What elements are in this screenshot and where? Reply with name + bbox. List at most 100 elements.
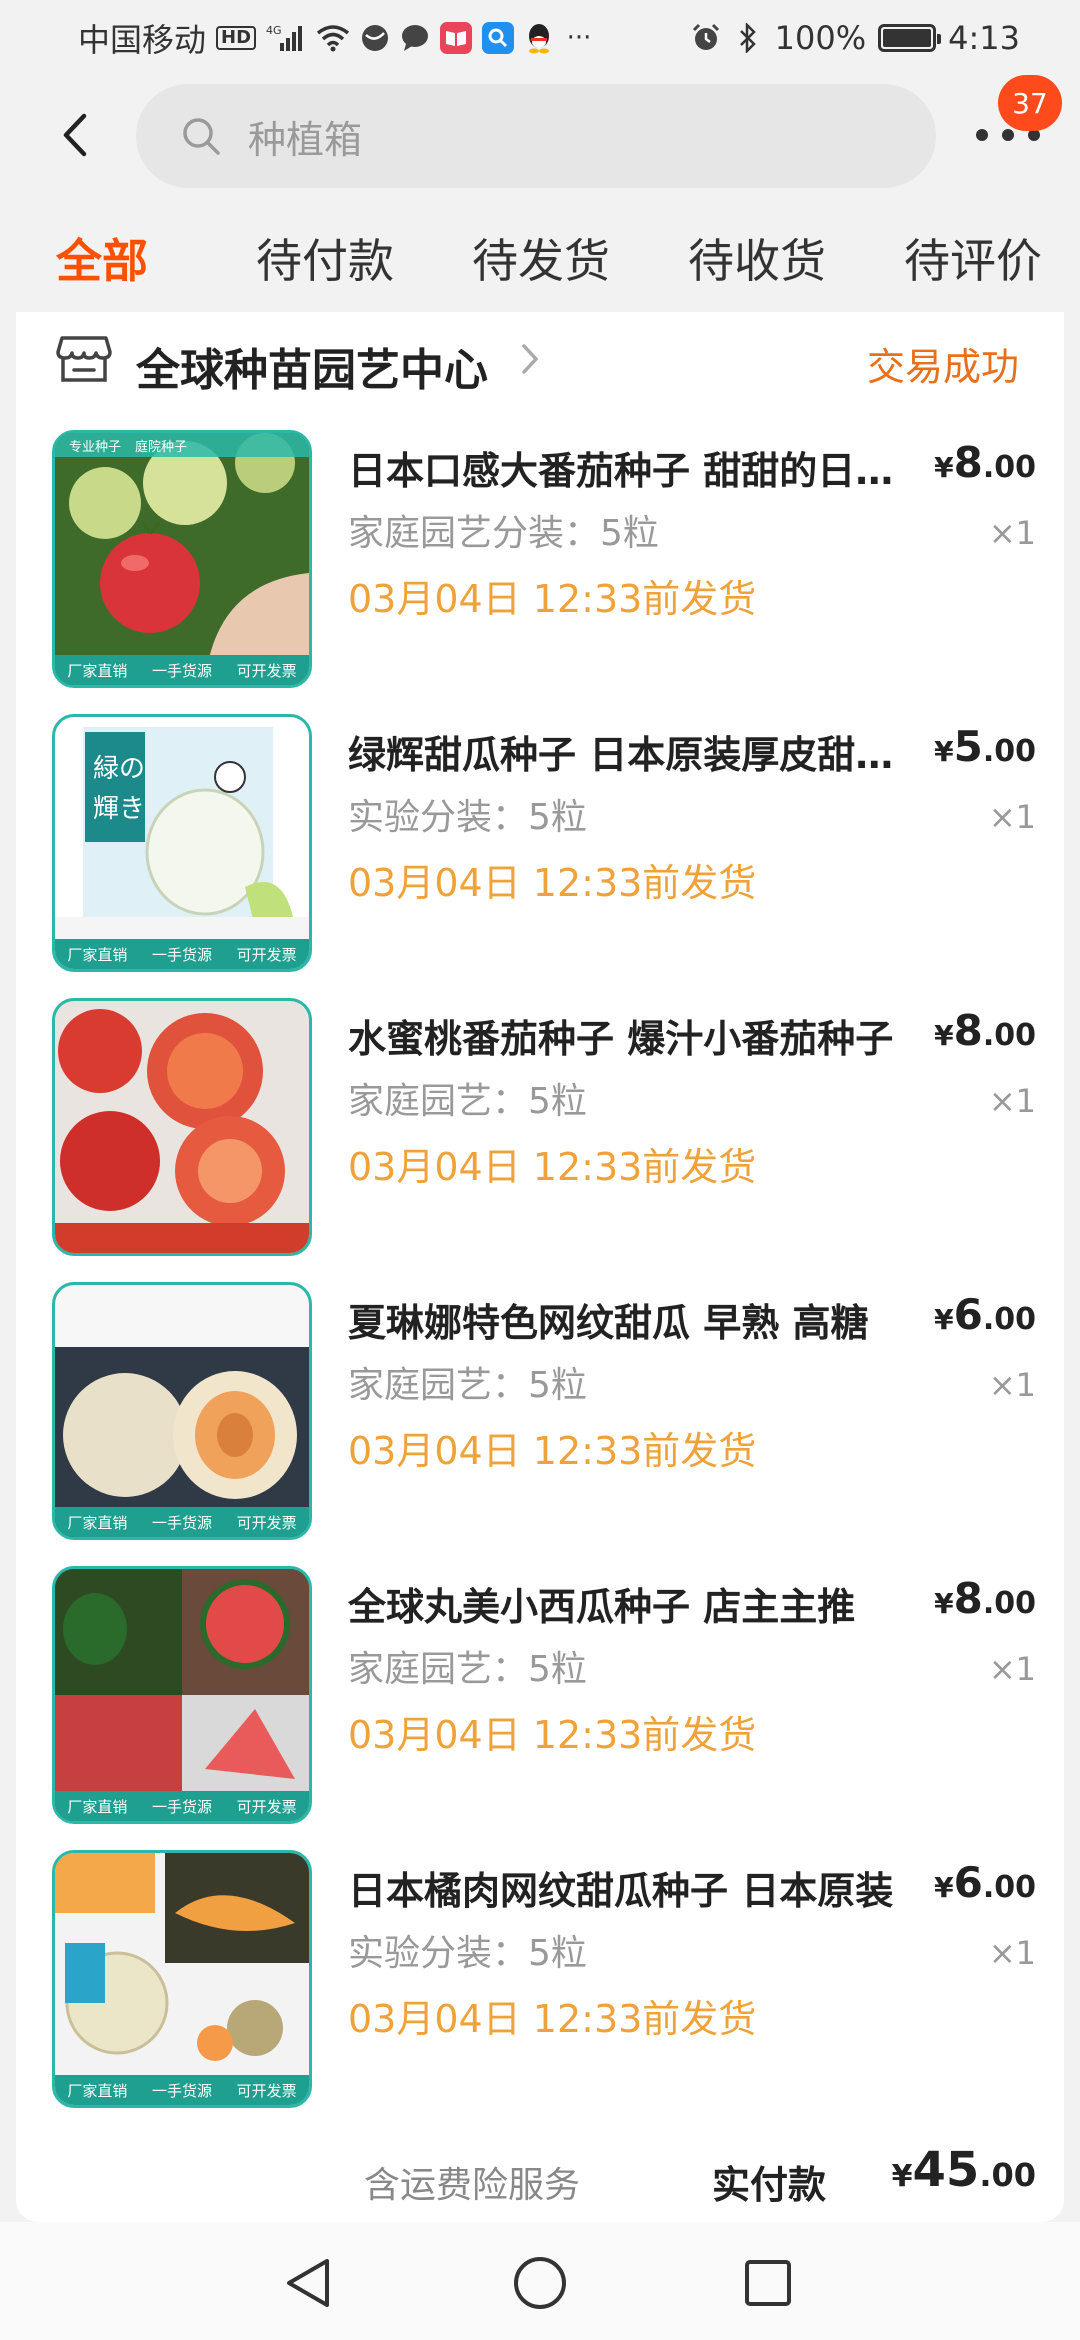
status-bar-right: 100% 4:13	[691, 19, 1020, 57]
product-quantity: ×1	[988, 514, 1036, 552]
product-price: ¥6.00	[934, 1290, 1036, 1339]
order-item[interactable]: 厂家直销 一手货源 可开发票 日本橘肉网纹甜瓜种子 日本原装 实验分装：5粒 03月…	[16, 1850, 1064, 2110]
thumb-band: 厂家直销 一手货源 可开发票	[55, 2075, 309, 2105]
search-placeholder: 种植箱	[248, 117, 363, 162]
product-price: ¥8.00	[934, 1006, 1036, 1055]
product-thumbnail[interactable]	[52, 998, 312, 1256]
store-name[interactable]: 全球种苗园艺中心	[136, 334, 488, 398]
wifi-icon	[316, 21, 350, 55]
thumb-band: 厂家直销 一手货源 可开发票	[55, 1507, 309, 1537]
search-app-icon	[482, 21, 515, 54]
order-item[interactable]: 緑の 輝き 厂家直销 一手货源 可开发票 绿辉甜瓜种子 日本原装厚皮甜瓜种子 实验分…	[16, 714, 1064, 974]
product-price: ¥8.00	[934, 438, 1036, 487]
tomato-image	[55, 433, 309, 685]
tab-pending-review[interactable]: 待评价	[904, 225, 1042, 291]
search-input[interactable]: 种植箱	[136, 84, 936, 188]
app-icon	[360, 21, 390, 55]
shipping-deadline: 03月04日 12:33前发货	[348, 1145, 757, 1189]
product-thumbnail[interactable]: 緑の 輝き 厂家直销 一手货源 可开发票	[52, 714, 312, 972]
order-tabs: 全部 待付款 待发货 待收货 待评价	[0, 225, 1080, 310]
order-list-page: 中国移动 HD 4G ··· 100% 4:13 种植箱 37 全部 待付款 待…	[0, 0, 1080, 2340]
more-dots-icon: ···	[566, 22, 592, 53]
product-thumbnail[interactable]: 厂家直销 一手货源 可开发票	[52, 1282, 312, 1540]
product-thumbnail[interactable]: 厂家直销 一手货源 可开发票	[52, 1566, 312, 1824]
thumb-band: 厂家直销 一手货源 可开发票	[55, 939, 309, 969]
product-quantity: ×1	[988, 798, 1036, 836]
clock: 4:13	[948, 18, 1020, 57]
back-arrow-icon	[63, 113, 87, 157]
bluetooth-icon	[733, 21, 763, 55]
thumb-band: 厂家直销 一手货源 可开发票	[55, 1791, 309, 1821]
menu-dot	[976, 129, 988, 141]
melon-package-image: 緑の 輝き	[55, 717, 309, 969]
circle-home-icon	[514, 2257, 566, 2309]
status-bar-left: 中国移动 HD 4G ···	[78, 15, 594, 61]
product-thumbnail[interactable]: 厂家直销 一手货源 可开发票	[52, 1850, 312, 2108]
product-title[interactable]: 日本口感大番茄种子 甜甜的日本大番茄	[348, 440, 908, 495]
product-title[interactable]: 水蜜桃番茄种子 爆汁小番茄种子	[348, 1008, 908, 1063]
shipping-deadline: 03月04日 12:33前发货	[348, 577, 757, 621]
nav-recents-button[interactable]	[733, 2248, 803, 2318]
battery-icon	[878, 23, 942, 52]
store-icon	[56, 336, 112, 382]
header: 种植箱 37	[0, 75, 1080, 195]
tab-pending-receipt[interactable]: 待收货	[688, 225, 826, 291]
product-title[interactable]: 夏琳娜特色网纹甜瓜 早熟 高糖	[348, 1292, 908, 1347]
tab-all[interactable]: 全部	[56, 225, 148, 291]
tab-pending-shipment[interactable]: 待发货	[472, 225, 610, 291]
product-sku: 实验分装：5粒	[348, 797, 587, 838]
order-item[interactable]: 专业种子庭院种子 厂家直销一手货源可开发票 日本口感大番茄种子 甜甜的日本大番茄…	[16, 430, 1064, 690]
hd-icon: HD	[216, 25, 257, 50]
thumb-tags: 专业种子 庭院种子	[55, 433, 309, 457]
shipping-insurance-note: 含运费险服务	[363, 2165, 580, 2206]
back-button[interactable]	[50, 105, 100, 165]
store-header[interactable]: 全球种苗园艺中心 交易成功	[16, 312, 1064, 412]
product-sku: 家庭园艺：5粒	[348, 1081, 587, 1122]
product-sku: 家庭园艺：5粒	[348, 1649, 587, 1690]
product-sku: 家庭园艺：5粒	[348, 1365, 587, 1406]
order-item[interactable]: 厂家直销 一手货源 可开发票 全球丸美小西瓜种子 店主主推 家庭园艺：5粒 03月0…	[16, 1566, 1064, 1826]
order-item[interactable]: 水蜜桃番茄种子 爆汁小番茄种子 家庭园艺：5粒 03月04日 12:33前发货 …	[16, 998, 1064, 1258]
triangle-back-icon	[287, 2259, 329, 2307]
product-sku: 家庭园艺分装：5粒	[348, 513, 659, 554]
product-title[interactable]: 全球丸美小西瓜种子 店主主推	[348, 1576, 908, 1631]
product-quantity: ×1	[988, 1366, 1036, 1404]
svg-text:輝き: 輝き	[93, 794, 145, 824]
product-quantity: ×1	[988, 1650, 1036, 1688]
signal-icon: 4G	[266, 21, 306, 55]
product-thumbnail[interactable]: 专业种子 庭院种子 厂家直销 一手货源 可开发票	[52, 430, 312, 688]
tab-pending-payment[interactable]: 待付款	[256, 225, 394, 291]
chat-icon	[400, 21, 430, 55]
product-price: ¥6.00	[934, 1858, 1036, 1907]
network-type-label: 4G	[266, 24, 282, 37]
nav-home-button[interactable]	[505, 2248, 575, 2318]
netted-melon-image	[55, 1285, 309, 1537]
total-amount: ¥45.00	[891, 2142, 1036, 2198]
product-title[interactable]: 日本橘肉网纹甜瓜种子 日本原装	[348, 1860, 908, 1915]
svg-text:緑の: 緑の	[93, 754, 145, 784]
order-total: 含运费险服务 实付款 ¥45.00	[16, 2142, 1064, 2212]
qq-icon	[524, 21, 554, 55]
notification-badge: 37	[998, 75, 1062, 131]
carrier-label: 中国移动	[78, 20, 207, 59]
product-price: ¥5.00	[934, 722, 1036, 771]
alarm-icon	[691, 21, 721, 55]
product-title[interactable]: 绿辉甜瓜种子 日本原装厚皮甜瓜种子	[348, 724, 908, 779]
order-item[interactable]: 厂家直销 一手货源 可开发票 夏琳娜特色网纹甜瓜 早熟 高糖 家庭园艺：5粒 03月…	[16, 1282, 1064, 1542]
status-bar: 中国移动 HD 4G ··· 100% 4:13	[0, 0, 1080, 75]
thumb-band: 厂家直销 一手货源 可开发票	[55, 655, 309, 685]
chevron-right-icon	[522, 344, 539, 374]
battery-percent: 100%	[774, 18, 867, 57]
square-recents-icon	[745, 2260, 791, 2306]
menu-dot	[1002, 129, 1014, 141]
order-card[interactable]: 全球种苗园艺中心 交易成功 专业种子 庭院种子 厂家直销 一手货源 可开发票 日…	[16, 312, 1064, 2222]
product-quantity: ×1	[988, 1082, 1036, 1120]
nav-back-button[interactable]	[273, 2248, 343, 2318]
product-price: ¥8.00	[934, 1574, 1036, 1623]
orange-melon-image	[55, 1853, 309, 2105]
shipping-deadline: 03月04日 12:33前发货	[348, 1997, 757, 2041]
peach-tomato-image	[55, 1001, 309, 1253]
product-sku: 实验分装：5粒	[348, 1933, 587, 1974]
shipping-deadline: 03月04日 12:33前发货	[348, 1713, 757, 1757]
product-quantity: ×1	[988, 1934, 1036, 1972]
